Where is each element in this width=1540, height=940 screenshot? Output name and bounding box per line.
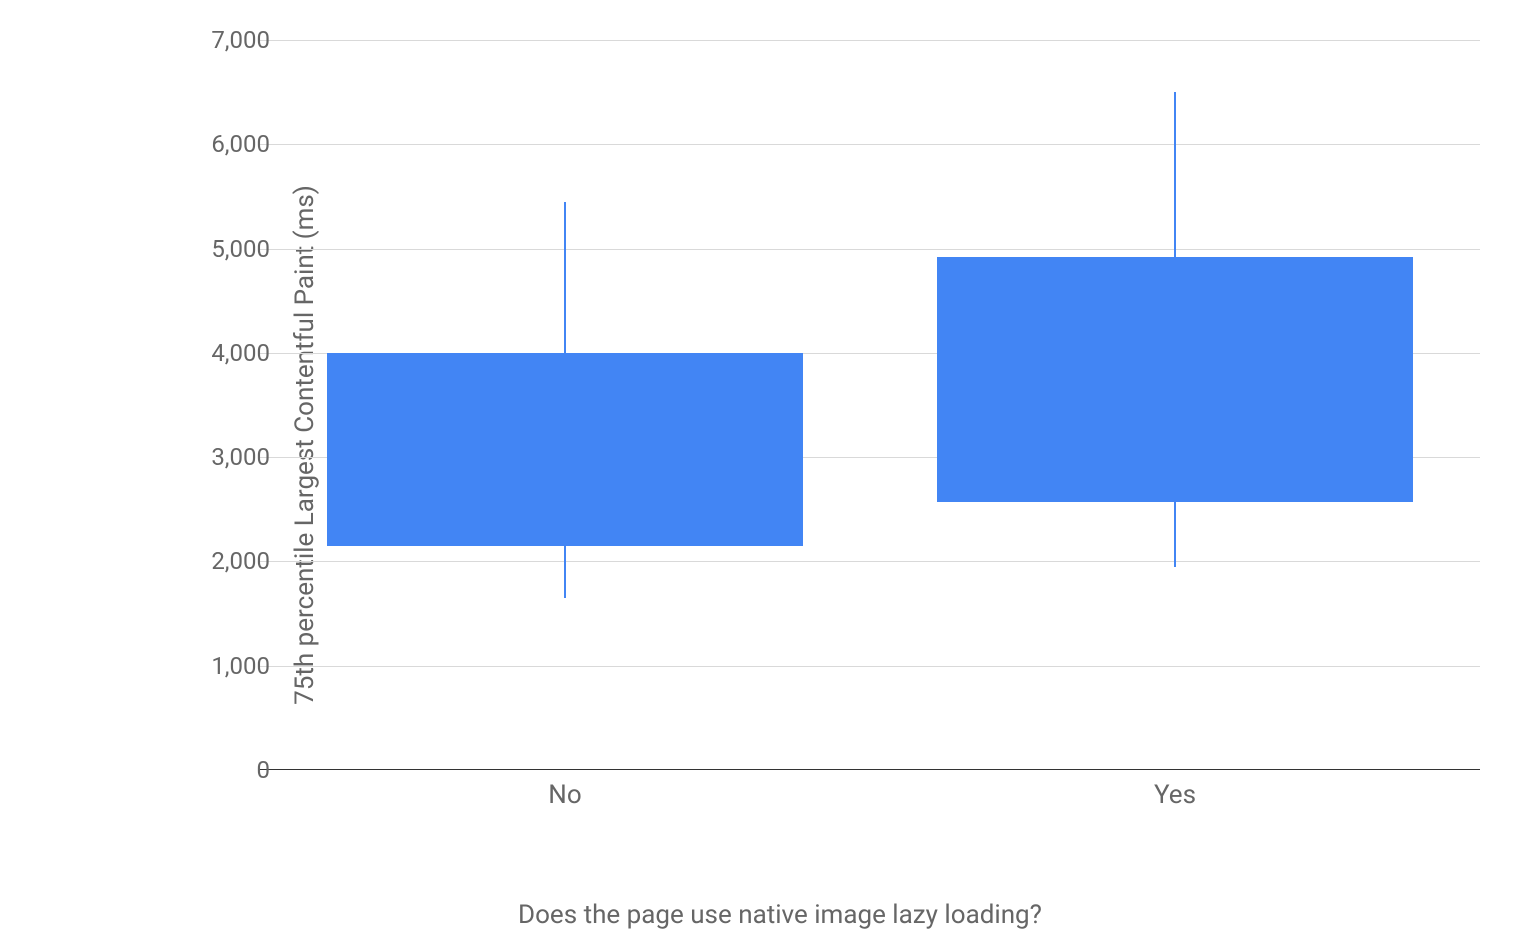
y-tick-label: 5,000	[190, 235, 270, 263]
whisker-low	[564, 546, 566, 598]
gridline	[260, 666, 1480, 667]
x-tick-label: No	[548, 780, 581, 810]
whisker-high	[1174, 92, 1176, 257]
chart-container: 75th percentile Largest Contentful Paint…	[60, 40, 1500, 920]
gridline	[260, 40, 1480, 41]
gridline	[260, 144, 1480, 145]
y-tick-label: 7,000	[190, 26, 270, 54]
y-tick-label: 4,000	[190, 339, 270, 367]
y-tick-label: 0	[190, 756, 270, 784]
y-tick-label: 1,000	[190, 652, 270, 680]
y-tick-label: 3,000	[190, 443, 270, 471]
box	[327, 353, 803, 546]
whisker-high	[564, 202, 566, 353]
x-axis-line	[260, 769, 1480, 770]
y-tick-label: 6,000	[190, 130, 270, 158]
box	[937, 257, 1413, 502]
gridline	[260, 561, 1480, 562]
whisker-low	[1174, 502, 1176, 567]
plot-area	[260, 40, 1480, 770]
gridline	[260, 249, 1480, 250]
y-tick-label: 2,000	[190, 547, 270, 575]
x-tick-label: Yes	[1154, 780, 1196, 810]
x-axis-label: Does the page use native image lazy load…	[518, 900, 1042, 930]
